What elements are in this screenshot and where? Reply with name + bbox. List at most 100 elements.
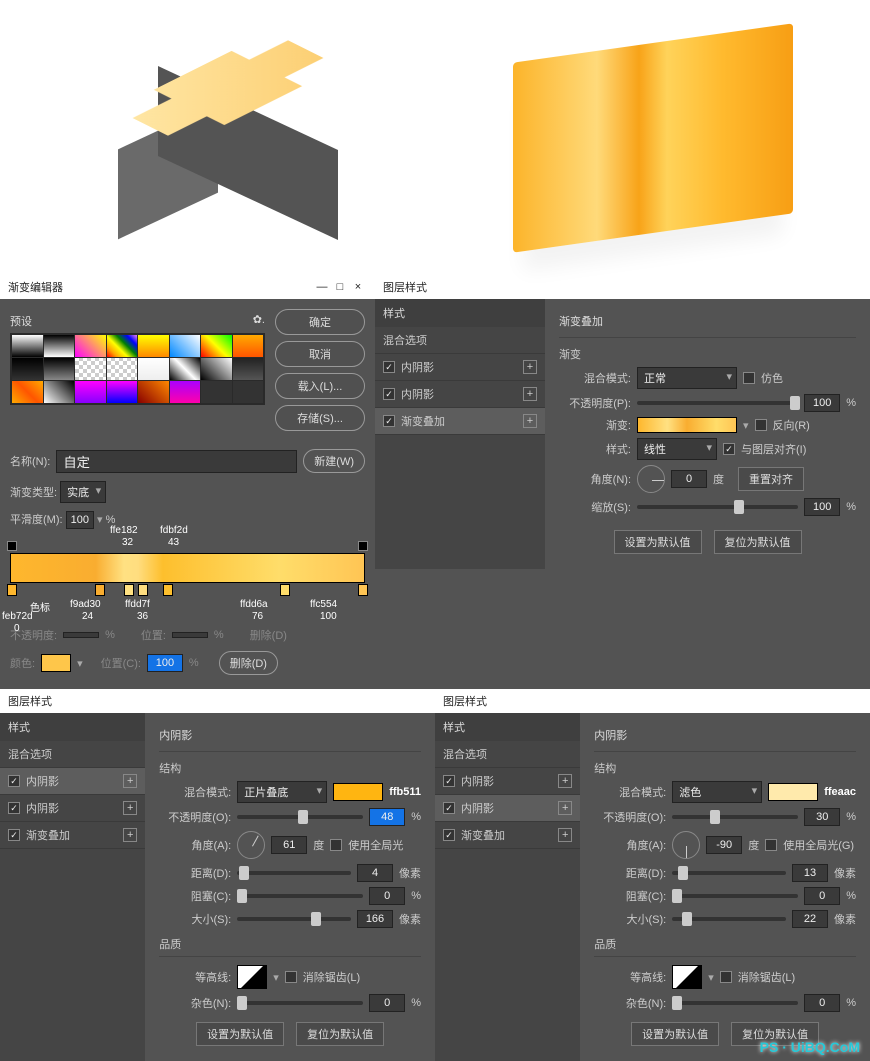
color-picker[interactable] (333, 783, 383, 801)
preset-swatch[interactable] (170, 335, 201, 357)
delete-button[interactable]: 删除(D) (250, 627, 287, 643)
sidebar-item-inner-shadow[interactable]: 内阴影+ (435, 768, 580, 795)
plus-icon[interactable]: + (523, 360, 537, 374)
preset-swatch[interactable] (107, 358, 138, 380)
contour-picker[interactable] (237, 965, 267, 989)
type-select[interactable]: 实底 (60, 481, 106, 503)
color-stop[interactable] (280, 584, 290, 596)
color-stop[interactable] (358, 584, 368, 596)
color-picker[interactable] (768, 783, 818, 801)
opacity-input[interactable]: 48 (369, 808, 405, 826)
distance-slider[interactable] (672, 871, 786, 875)
color-stop[interactable] (138, 584, 148, 596)
preset-swatch[interactable] (201, 381, 232, 403)
dither-checkbox[interactable] (743, 372, 755, 384)
scale-input[interactable]: 100 (804, 498, 840, 516)
preset-swatch[interactable] (75, 358, 106, 380)
preset-swatch[interactable] (12, 381, 43, 403)
cancel-button[interactable]: 取消 (275, 341, 365, 367)
preset-swatch[interactable] (107, 335, 138, 357)
preset-swatch[interactable] (75, 381, 106, 403)
location-input[interactable]: 100 (147, 654, 183, 672)
plus-icon[interactable]: + (123, 774, 137, 788)
set-default-button[interactable]: 设置为默认值 (196, 1022, 284, 1046)
gradient-picker[interactable] (637, 417, 737, 433)
noise-slider[interactable] (237, 1001, 363, 1005)
checkbox[interactable] (443, 802, 455, 814)
angle-input[interactable]: 61 (271, 836, 307, 854)
titlebar[interactable]: 渐变编辑器 — □ × (0, 275, 375, 299)
sidebar-item-inner-shadow[interactable]: 内阴影+ (0, 795, 145, 822)
preset-swatch[interactable] (107, 381, 138, 403)
reset-default-button[interactable]: 复位为默认值 (714, 530, 802, 554)
global-light-checkbox[interactable] (765, 839, 777, 851)
choke-slider[interactable] (237, 894, 363, 898)
load-button[interactable]: 载入(L)... (275, 373, 365, 399)
antialias-checkbox[interactable] (720, 971, 732, 983)
opacity-slider[interactable] (672, 815, 798, 819)
angle-input[interactable]: 0 (671, 470, 707, 488)
size-slider[interactable] (237, 917, 351, 921)
checkbox[interactable] (8, 775, 20, 787)
checkbox[interactable] (443, 775, 455, 787)
plus-icon[interactable]: + (558, 774, 572, 788)
scale-slider[interactable] (637, 505, 798, 509)
gradient-bar[interactable]: ffe182 fdbf2d 32 43 色标 feb72d 0 f9ad30 2… (10, 553, 365, 583)
sidebar-item-gradient-overlay[interactable]: 渐变叠加+ (435, 822, 580, 849)
choke-input[interactable]: 0 (804, 887, 840, 905)
preset-swatch[interactable] (138, 335, 169, 357)
angle-dial[interactable] (672, 831, 700, 859)
sidebar-item-inner-shadow[interactable]: 内阴影+ (375, 381, 545, 408)
sidebar-item-inner-shadow[interactable]: 内阴影+ (0, 768, 145, 795)
preset-swatch[interactable] (170, 381, 201, 403)
distance-input[interactable]: 4 (357, 864, 393, 882)
opacity-slider[interactable] (237, 815, 363, 819)
checkbox[interactable] (443, 829, 455, 841)
name-input[interactable] (56, 450, 297, 473)
preset-swatch[interactable] (75, 335, 106, 357)
checkbox[interactable] (8, 829, 20, 841)
ok-button[interactable]: 确定 (275, 309, 365, 335)
angle-dial[interactable] (237, 831, 265, 859)
preset-swatch[interactable] (233, 381, 264, 403)
preset-swatch[interactable] (138, 358, 169, 380)
contour-picker[interactable] (672, 965, 702, 989)
save-button[interactable]: 存储(S)... (275, 405, 365, 431)
checkbox[interactable] (383, 415, 395, 427)
global-light-checkbox[interactable] (330, 839, 342, 851)
set-default-button[interactable]: 设置为默认值 (614, 530, 702, 554)
noise-input[interactable]: 0 (804, 994, 840, 1012)
plus-icon[interactable]: + (558, 828, 572, 842)
opacity-stop[interactable] (358, 541, 368, 551)
choke-slider[interactable] (672, 894, 798, 898)
noise-input[interactable]: 0 (369, 994, 405, 1012)
blend-options[interactable]: 混合选项 (435, 741, 580, 768)
reset-align-button[interactable]: 重置对齐 (738, 467, 804, 491)
color-stop[interactable] (124, 584, 134, 596)
checkbox[interactable] (383, 361, 395, 373)
size-slider[interactable] (672, 917, 786, 921)
antialias-checkbox[interactable] (285, 971, 297, 983)
sidebar-item-inner-shadow[interactable]: 内阴影+ (375, 354, 545, 381)
maximize-button[interactable]: □ (331, 281, 349, 293)
set-default-button[interactable]: 设置为默认值 (631, 1022, 719, 1046)
angle-dial[interactable] (637, 465, 665, 493)
align-checkbox[interactable] (723, 443, 735, 455)
opacity-slider[interactable] (637, 401, 798, 405)
noise-slider[interactable] (672, 1001, 798, 1005)
smoothness-input[interactable]: 100 (66, 511, 94, 529)
preset-swatch[interactable] (201, 358, 232, 380)
plus-icon[interactable]: + (123, 828, 137, 842)
preset-swatch[interactable] (233, 335, 264, 357)
opacity-stop[interactable] (7, 541, 17, 551)
blend-options[interactable]: 混合选项 (375, 327, 545, 354)
preset-swatch[interactable] (44, 358, 75, 380)
sidebar-item-inner-shadow[interactable]: 内阴影+ (435, 795, 580, 822)
distance-slider[interactable] (237, 871, 351, 875)
checkbox[interactable] (383, 388, 395, 400)
plus-icon[interactable]: + (523, 387, 537, 401)
plus-icon[interactable]: + (123, 801, 137, 815)
color-stop[interactable] (163, 584, 173, 596)
blend-mode-select[interactable]: 正常 (637, 367, 737, 389)
preset-swatch[interactable] (170, 358, 201, 380)
